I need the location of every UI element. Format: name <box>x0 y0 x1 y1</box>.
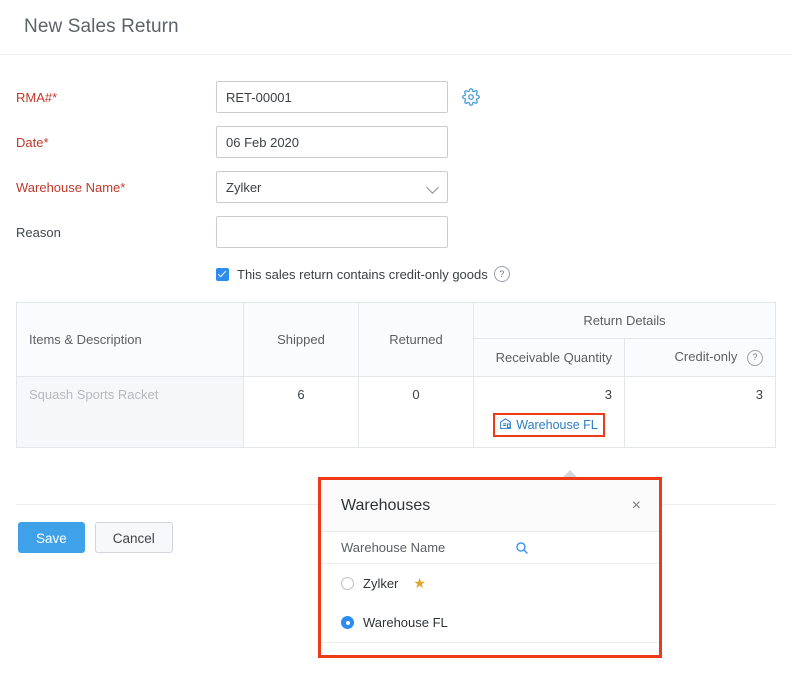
warehouse-option-zylker[interactable]: Zylker ★ <box>321 564 659 603</box>
header-credit-only: Credit-only ? <box>625 339 776 377</box>
search-icon[interactable] <box>515 541 529 555</box>
date-input[interactable] <box>216 126 448 158</box>
sales-return-form: RMA#* Date* Warehouse Name* Reason This … <box>0 55 792 282</box>
form-row-warehouse-name: Warehouse Name* <box>0 171 792 203</box>
reason-input[interactable] <box>216 216 448 248</box>
label-rma-required-marker: * <box>52 90 57 105</box>
credit-only-help-icon[interactable]: ? <box>747 350 763 366</box>
form-row-reason: Reason <box>0 216 792 248</box>
warehouse-option-warehouse-fl[interactable]: Warehouse FL <box>321 603 659 642</box>
header-shipped: Shipped <box>244 303 359 377</box>
table-row: Squash Sports Racket 6 0 3 <box>17 376 776 447</box>
warehouse-search-row[interactable] <box>321 532 659 564</box>
label-warehouse-name-text: Warehouse Name <box>16 180 120 195</box>
credit-only-checkbox-label: This sales return contains credit-only g… <box>237 267 488 282</box>
warehouse-option-warehouse-fl-label: Warehouse FL <box>363 615 448 630</box>
label-rma: RMA#* <box>0 90 216 105</box>
rma-input[interactable] <box>216 81 448 113</box>
label-reason-text: Reason <box>16 225 61 240</box>
header-receivable-quantity: Receivable Quantity <box>474 339 625 377</box>
header-return-details: Return Details <box>474 303 776 339</box>
cancel-button[interactable]: Cancel <box>95 522 173 553</box>
receivable-quantity-value: 3 <box>605 387 612 402</box>
credit-only-checkbox-row[interactable]: This sales return contains credit-only g… <box>0 266 792 282</box>
label-date-required-marker: * <box>43 135 48 150</box>
warehouses-popover-footer <box>321 642 659 663</box>
warehouse-icon <box>499 417 512 433</box>
label-date-text: Date <box>16 135 43 150</box>
credit-only-checkbox[interactable] <box>216 268 229 281</box>
header-items-description: Items & Description <box>17 303 244 377</box>
warehouses-popover: Warehouses × Zylker ★ Warehouse FL <box>318 477 662 658</box>
page-header: New Sales Return <box>0 0 792 55</box>
radio-zylker[interactable] <box>341 577 354 590</box>
warehouse-name-select-wrap[interactable] <box>216 171 448 203</box>
items-table-header-row-1: Items & Description Shipped Returned Ret… <box>17 303 776 339</box>
label-warehouse-name-required-marker: * <box>120 180 125 195</box>
page-title: New Sales Return <box>24 16 179 38</box>
warehouses-popover-title: Warehouses <box>341 497 430 515</box>
warehouse-link-line: Warehouse FL <box>486 413 612 437</box>
items-table-wrapper: Items & Description Shipped Returned Ret… <box>16 302 776 448</box>
header-credit-only-text: Credit-only <box>675 349 738 364</box>
close-icon[interactable]: × <box>632 498 641 514</box>
cell-credit-only: 3 <box>625 376 776 447</box>
help-icon[interactable]: ? <box>494 266 510 282</box>
save-button[interactable]: Save <box>18 522 85 553</box>
header-returned: Returned <box>359 303 474 377</box>
warehouse-search-input[interactable] <box>341 540 521 555</box>
warehouse-option-zylker-label: Zylker <box>363 576 398 591</box>
items-table: Items & Description Shipped Returned Ret… <box>16 302 776 448</box>
gear-icon[interactable] <box>462 88 480 106</box>
items-table-head: Items & Description Shipped Returned Ret… <box>17 303 776 377</box>
radio-warehouse-fl[interactable] <box>341 616 354 629</box>
items-table-body: Squash Sports Racket 6 0 3 <box>17 376 776 447</box>
label-rma-text: RMA# <box>16 90 52 105</box>
star-icon: ★ <box>413 575 426 592</box>
cell-returned: 0 <box>359 376 474 447</box>
cell-shipped: 6 <box>244 376 359 447</box>
label-date: Date* <box>0 135 216 150</box>
cell-receivable-quantity: 3 Warehouse FL <box>474 376 625 447</box>
label-warehouse-name: Warehouse Name* <box>0 180 216 195</box>
form-row-rma: RMA#* <box>0 81 792 113</box>
cell-item-name: Squash Sports Racket <box>17 376 244 447</box>
form-row-date: Date* <box>0 126 792 158</box>
label-reason: Reason <box>0 225 216 240</box>
warehouse-name-select[interactable] <box>216 171 448 203</box>
warehouse-link-label: Warehouse FL <box>516 418 598 432</box>
warehouses-popover-header: Warehouses × <box>321 480 659 532</box>
warehouse-link-button[interactable]: Warehouse FL <box>493 413 605 437</box>
